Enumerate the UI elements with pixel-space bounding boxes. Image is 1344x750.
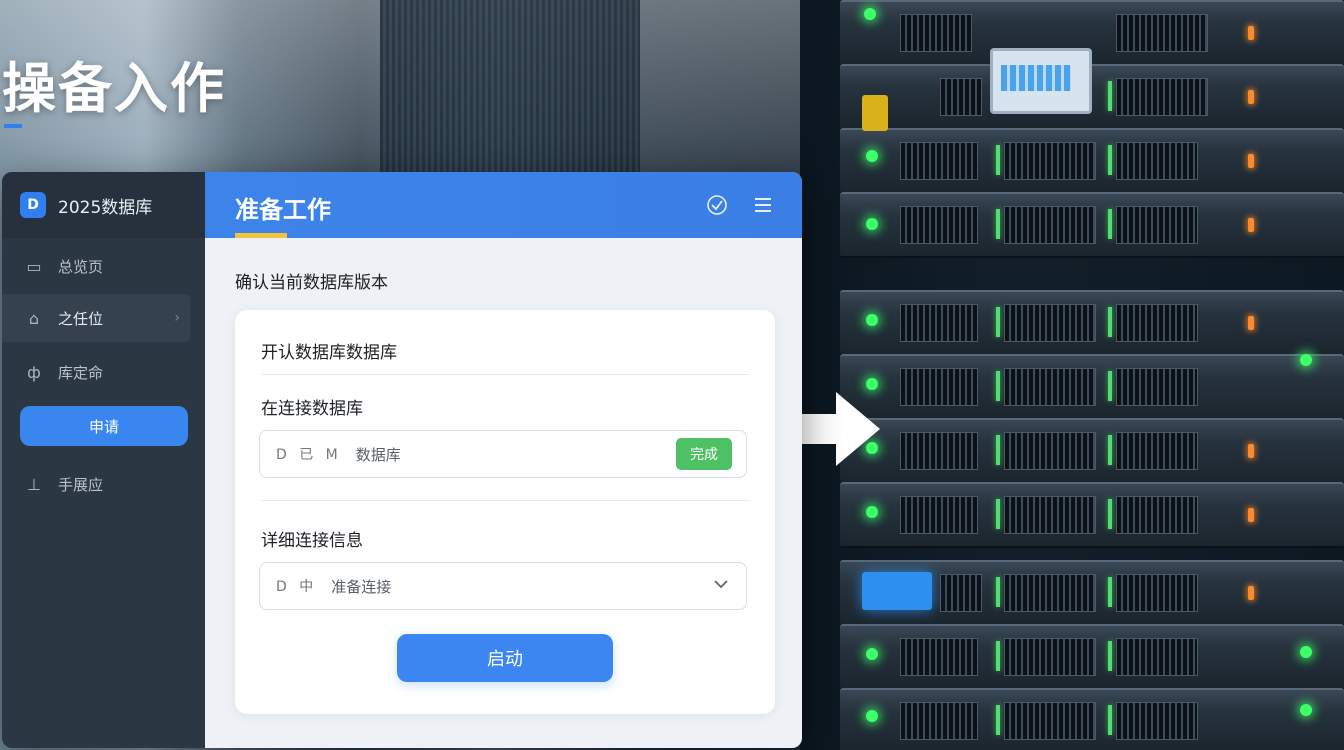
sidebar-item-config[interactable]: ф 库定命 xyxy=(2,348,190,396)
brand-name: 2025数据库 xyxy=(58,197,153,218)
chevron-down-icon xyxy=(712,575,730,597)
brand[interactable]: D 2025数据库 xyxy=(2,172,205,238)
start-button[interactable]: 启动 xyxy=(397,634,613,682)
connect-label: 在连接数据库 xyxy=(261,399,363,419)
headline: 操备入作 xyxy=(2,57,226,120)
server-unit xyxy=(840,688,1344,750)
headline-accent-bar xyxy=(4,124,22,128)
server-unit xyxy=(840,624,1344,690)
connection-dropdown[interactable]: D 中 准备连接 xyxy=(259,562,747,610)
card-heading: 开认数据库数据库 xyxy=(261,343,397,363)
database-field[interactable]: D 已 M 数据库 完成 xyxy=(259,430,747,478)
right-arrow-icon xyxy=(800,392,880,466)
sidebar-item-label: 总览页 xyxy=(58,257,104,276)
sidebar-item-label: 之任位 xyxy=(58,309,104,328)
menu-icon[interactable] xyxy=(751,194,775,218)
monitor-icon: ▭ xyxy=(26,256,42,276)
server-unit xyxy=(840,482,1344,548)
details-label: 详细连接信息 xyxy=(261,531,363,551)
server-unit xyxy=(840,290,1344,356)
chevron-right-icon: › xyxy=(174,310,180,326)
field-icons: D 已 M xyxy=(276,447,342,463)
done-button[interactable]: 完成 xyxy=(676,438,732,470)
sidebar-item-label: 手展应 xyxy=(58,475,104,494)
server-unit xyxy=(840,192,1344,258)
rack-blue-display xyxy=(862,572,932,610)
server-unit xyxy=(840,418,1344,484)
server-unit xyxy=(840,128,1344,194)
sidebar-item-overview[interactable]: ▭ 总览页 xyxy=(2,242,190,290)
check-badge-icon[interactable] xyxy=(705,194,729,218)
export-icon: ⊥ xyxy=(27,474,41,494)
sidebar-item-label: 库定命 xyxy=(58,363,104,382)
rack-display xyxy=(990,48,1092,114)
field-icons: D 中 xyxy=(276,579,318,595)
sidebar-apply-button[interactable]: 申请 xyxy=(20,406,188,446)
app-window: D 2025数据库 ▭ 总览页 ⌂ 之任位 › ф 库定命 申请 ⊥ 手展应 准… xyxy=(2,172,802,748)
rack-label xyxy=(862,95,888,131)
server-unit xyxy=(840,64,1344,130)
topbar: 准备工作 xyxy=(205,172,802,238)
sidebar-item-export[interactable]: ⊥ 手展应 xyxy=(2,460,190,508)
home-icon: ⌂ xyxy=(28,308,40,328)
tool-icon: ф xyxy=(27,362,41,382)
server-unit xyxy=(840,0,1344,66)
dropdown-value: 准备连接 xyxy=(331,577,392,596)
page-title: 准备工作 xyxy=(235,196,331,224)
sidebar-item-tasks[interactable]: ⌂ 之任位 › xyxy=(2,294,190,342)
distant-rack xyxy=(380,0,640,180)
main-panel: 准备工作 确认当前数据库版本 开认数据库数据库 在连接数据库 D 已 M 数据库… xyxy=(205,172,802,748)
title-underline xyxy=(235,233,287,238)
section-title: 确认当前数据库版本 xyxy=(235,273,388,293)
divider xyxy=(261,374,749,375)
field-value: 数据库 xyxy=(355,445,401,464)
sidebar: D 2025数据库 ▭ 总览页 ⌂ 之任位 › ф 库定命 申请 ⊥ 手展应 xyxy=(2,172,205,748)
divider xyxy=(261,500,749,501)
database-logo-icon: D xyxy=(20,192,46,218)
server-unit xyxy=(840,354,1344,420)
form-card: 开认数据库数据库 在连接数据库 D 已 M 数据库 完成 详细连接信息 D 中 … xyxy=(235,310,775,714)
